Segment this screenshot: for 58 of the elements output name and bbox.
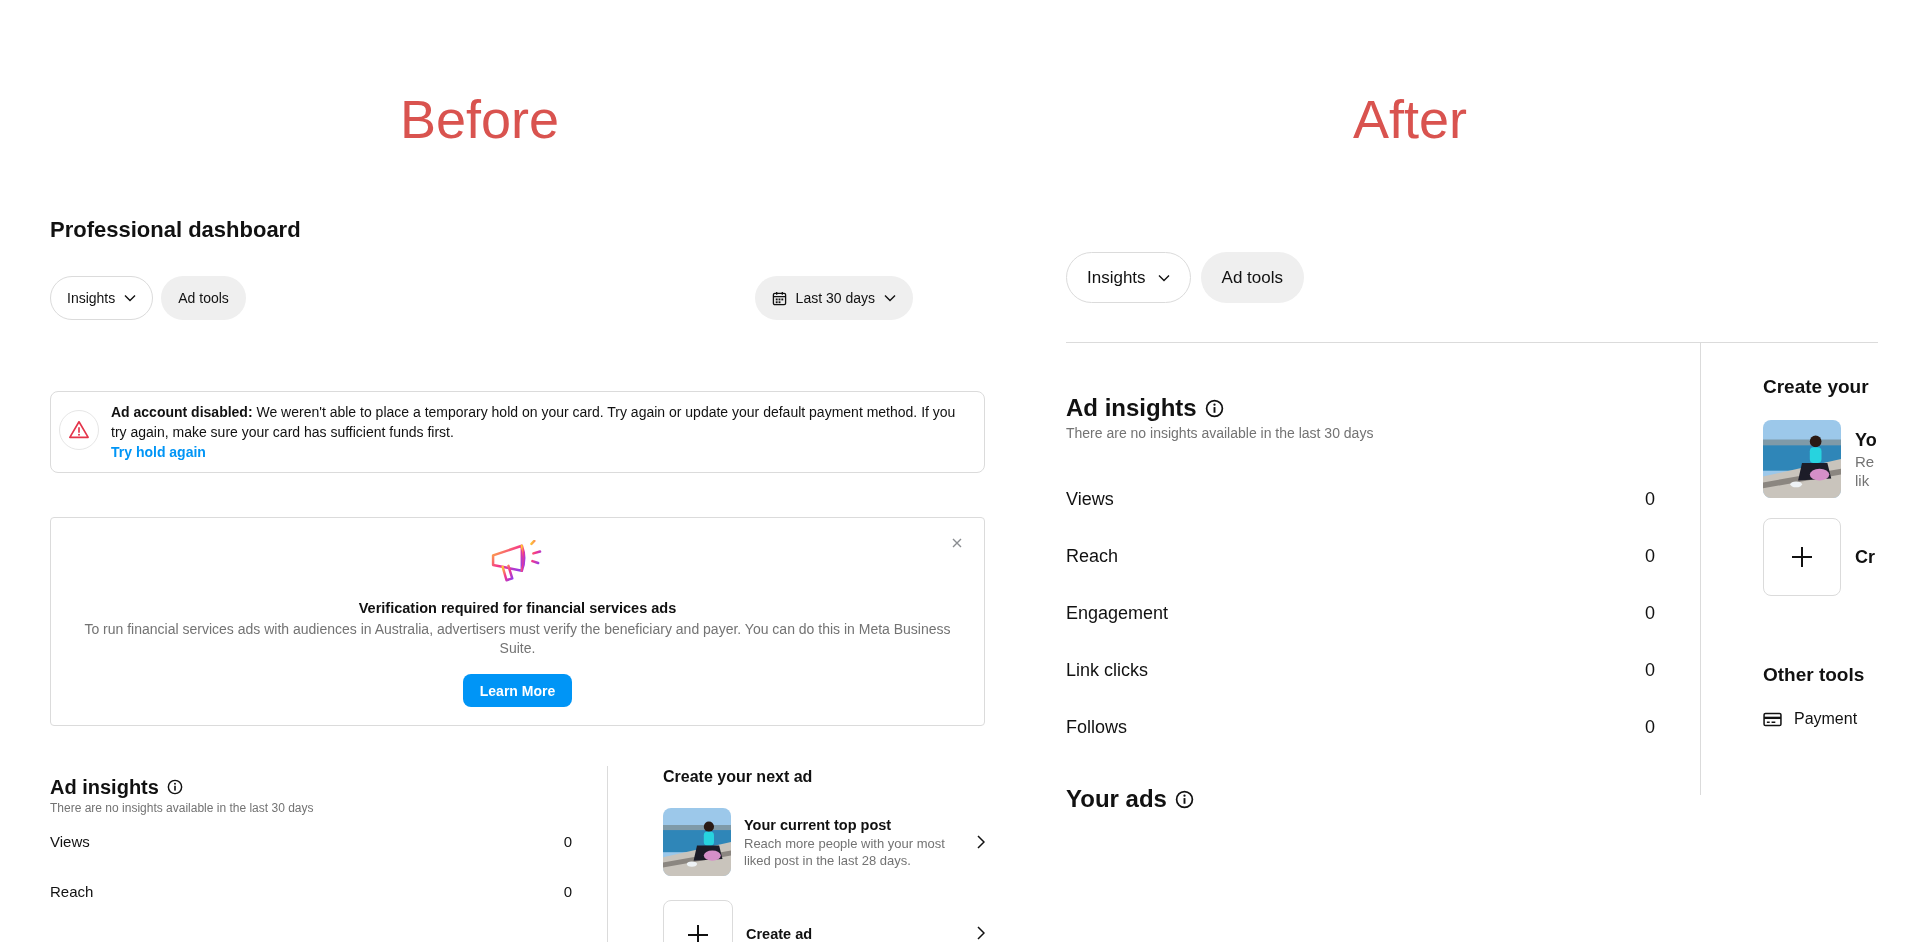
chevron-down-icon [1157,273,1170,282]
info-icon[interactable] [1174,789,1194,809]
chevron-down-icon [124,294,137,302]
metric-label: Follows [1066,717,1127,738]
section-subtitle: There are no insights available in the last 30 days [50,800,315,816]
section-title: Other tools [1762,663,1866,687]
metric-value: 0 [563,832,572,850]
section-title: Ad insights [1066,393,1197,423]
top-post-item[interactable]: Your current top post Reach more people with your most liked post in the last 28 days. [663,808,985,876]
metric-label: Views [1066,489,1114,510]
alert-message: Ad account disabled: We weren't able to place a temporary hold on your card. Try again or update your default payment method. If you try again, make sure your card has sufficient funds first. [111,403,957,442]
metric-value: 0 [1644,546,1655,567]
date-range-dropdown[interactable]: Last 30 days [754,276,913,320]
section-title: Ad insights [50,775,159,800]
item-description: lik [1854,471,1871,490]
chevron-down-icon [884,294,896,302]
section-title: Create your [1762,375,1870,399]
top-post-item[interactable]: Yo Re lik [1762,420,1878,498]
metric-label: Reach [1066,546,1119,567]
plus-icon [1789,545,1814,569]
calendar-icon [771,290,787,306]
item-description: Re [1854,452,1876,471]
tool-link[interactable]: Payment [1762,710,1878,728]
metric-value: 0 [1644,603,1655,624]
metric-label: Engagement [1066,603,1169,624]
plus-icon [686,923,710,942]
metric-label: Reach [50,882,94,900]
item-description: Reach more people with your most liked post in the last 28 days. [744,835,946,869]
page-title: Professional dashboard [50,216,302,244]
section-title: Your ads [1066,784,1167,814]
metric-label: Views [50,832,90,850]
create-ad-item[interactable]: Create ad [663,900,985,942]
metric-value: 0 [1644,717,1655,738]
info-icon[interactable] [1204,398,1224,418]
metric-value: 0 [1644,489,1655,510]
item-title: Your current top post [744,816,893,835]
insights-dropdown[interactable]: Insights [1066,252,1191,303]
metric-value: 0 [1644,660,1655,681]
before-label: Before [399,88,560,150]
info-icon[interactable] [166,779,183,795]
section-subtitle: There are no insights available in the last 30 days [1066,424,1375,443]
metric-label: Link clicks [1066,660,1149,681]
tab-button[interactable]: Ad tools [1200,252,1305,303]
credit-card-icon [1762,711,1782,727]
section-title: Create your next ad [663,767,814,787]
chevron-right-icon [977,926,985,940]
item-title: Create ad [746,925,814,942]
item-title: Yo [1854,429,1878,452]
tab-button[interactable]: Ad tools [161,276,246,320]
item-title: Cr [1854,546,1875,569]
close-icon[interactable] [952,538,962,548]
promo-description: To run financial services ads with audiences in Australia, advertisers must verify the beneficiary and payer. You can do this in Meta Business Suite. [83,620,952,658]
after-label: After [1352,88,1468,150]
promo-title: Verification required for financial services ads [358,599,677,618]
metric-value: 0 [563,882,572,900]
insights-dropdown[interactable]: Insights [50,276,154,320]
create-ad-item[interactable]: Cr [1762,518,1878,596]
chevron-right-icon [977,835,985,849]
